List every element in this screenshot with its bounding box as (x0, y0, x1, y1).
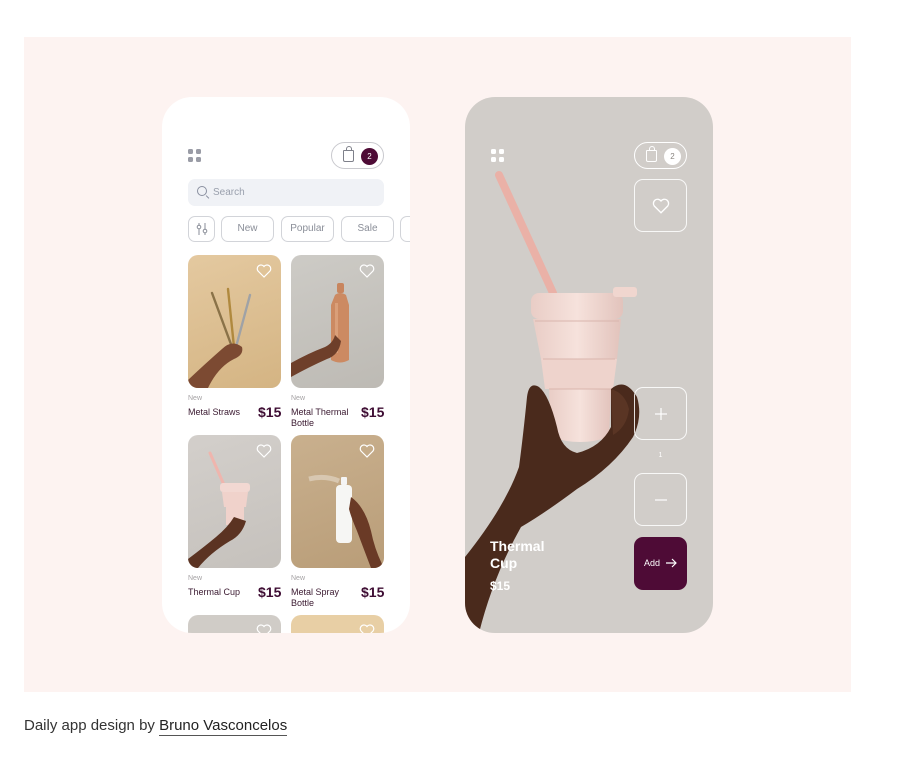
decrease-quantity-button[interactable] (634, 473, 687, 526)
bag-icon (646, 146, 657, 162)
heart-icon[interactable] (256, 264, 272, 278)
product-image-partial[interactable] (291, 615, 384, 633)
showcase-background (24, 37, 851, 692)
caption-prefix: Daily app design by (24, 717, 155, 734)
minus-icon (654, 498, 667, 501)
search-icon (197, 186, 207, 196)
product-name[interactable]: Metal Straws (188, 407, 250, 418)
product-price: $15 (361, 404, 385, 420)
filter-icon (196, 223, 207, 235)
product-tag: New (188, 575, 203, 582)
cart-button[interactable]: 2 (331, 142, 384, 169)
product-price: $15 (490, 579, 511, 593)
filter-chip-new[interactable]: New (221, 216, 274, 242)
plus-icon (654, 407, 667, 420)
product-price: $15 (258, 584, 282, 600)
product-image-metal-spray-bottle[interactable] (291, 435, 384, 568)
menu-grid-icon[interactable] (188, 149, 202, 163)
favorite-button[interactable] (634, 179, 687, 232)
product-tag: New (188, 395, 203, 402)
product-image-metal-straws[interactable] (188, 255, 281, 388)
heart-icon (652, 198, 669, 214)
product-image-partial[interactable] (188, 615, 281, 633)
increase-quantity-button[interactable] (634, 387, 687, 440)
heart-icon[interactable] (256, 444, 272, 458)
cart-count-badge: 2 (664, 148, 681, 165)
arrow-right-icon (666, 558, 677, 568)
phone-product-list: 2 Search New Popular Sale New Metal Stra… (162, 97, 410, 633)
cart-button[interactable]: 2 (634, 142, 687, 169)
filter-chip-more[interactable] (400, 216, 410, 242)
product-price: $15 (258, 404, 282, 420)
heart-icon[interactable] (359, 624, 375, 633)
product-name[interactable]: Metal Thermal Bottle (291, 407, 357, 429)
search-input[interactable]: Search (188, 179, 384, 206)
phone-product-detail: 2 1 Add Thermal Cup $15 (465, 97, 713, 633)
bag-icon (343, 146, 354, 162)
filter-chip-popular[interactable]: Popular (281, 216, 334, 242)
product-name[interactable]: Thermal Cup (188, 587, 250, 598)
product-tag: New (291, 575, 306, 582)
heart-icon[interactable] (256, 624, 272, 633)
heart-icon[interactable] (359, 264, 375, 278)
add-to-cart-button[interactable]: Add (634, 537, 687, 590)
menu-grid-icon[interactable] (491, 149, 505, 163)
search-placeholder: Search (213, 187, 245, 198)
product-price: $15 (361, 584, 385, 600)
product-image-thermal-cup[interactable] (188, 435, 281, 568)
cart-count-badge: 2 (361, 148, 378, 165)
product-image-metal-thermal-bottle[interactable] (291, 255, 384, 388)
filter-button[interactable] (188, 216, 215, 242)
heart-icon[interactable] (359, 444, 375, 458)
product-name[interactable]: Metal Spray Bottle (291, 587, 357, 609)
product-tag: New (291, 395, 306, 402)
author-link[interactable]: Bruno Vasconcelos (159, 717, 288, 736)
product-title: Thermal Cup (490, 538, 545, 571)
image-caption: Daily app design by Bruno Vasconcelos (24, 717, 288, 736)
add-button-label: Add (644, 558, 661, 568)
filter-chip-sale[interactable]: Sale (341, 216, 394, 242)
quantity-value: 1 (658, 452, 663, 459)
